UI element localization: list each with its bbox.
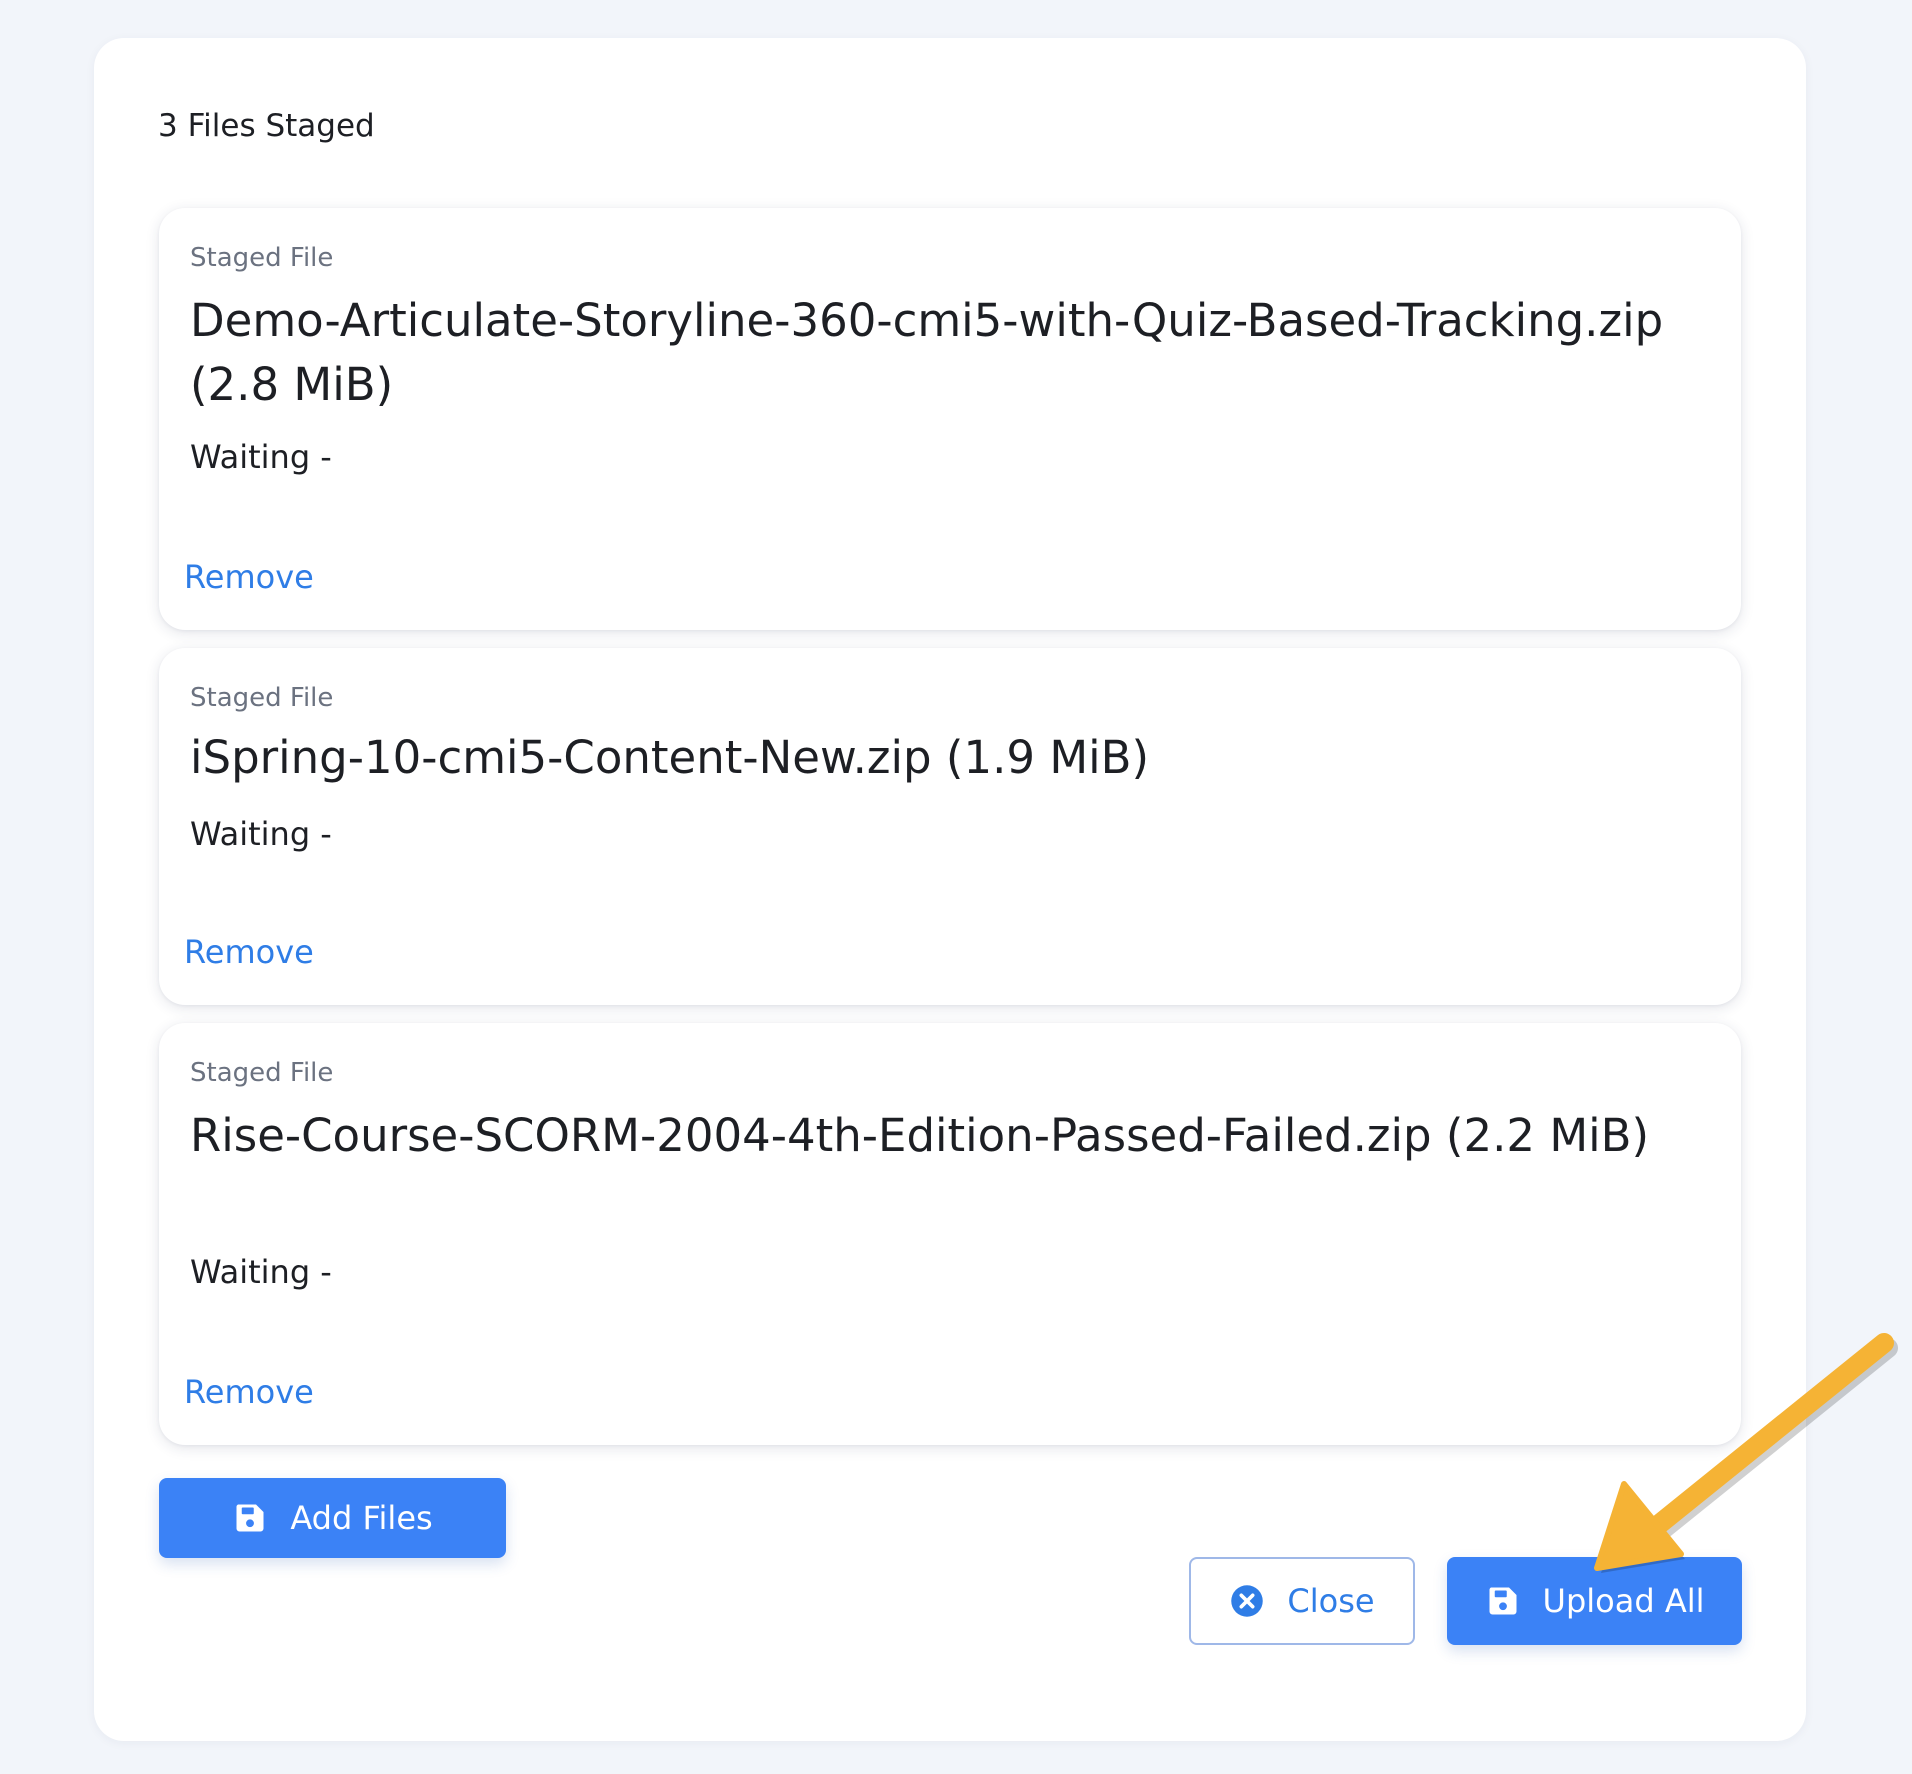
staged-file-status: Waiting - (190, 815, 332, 853)
upload-all-label: Upload All (1542, 1582, 1705, 1620)
staged-file-name: Demo-Articulate-Storyline-360-cmi5-with-… (190, 294, 1664, 411)
floppy-disk-icon (1485, 1583, 1521, 1619)
remove-file-link[interactable]: Remove (184, 1370, 314, 1414)
close-label: Close (1287, 1582, 1375, 1620)
staged-file-status: Waiting - (190, 438, 332, 476)
floppy-disk-icon (232, 1500, 268, 1536)
staged-file-card: Staged File Rise-Course-SCORM-2004-4th-E… (159, 1023, 1741, 1445)
staged-file-kicker: Staged File (190, 683, 334, 713)
staged-file-name: iSpring-10-cmi5-Content-New.zip (1.9 MiB… (190, 731, 1150, 784)
remove-file-link[interactable]: Remove (184, 930, 314, 974)
remove-file-link[interactable]: Remove (184, 555, 314, 599)
add-files-button[interactable]: Add Files (159, 1478, 506, 1558)
add-files-label: Add Files (290, 1499, 433, 1537)
staged-file-card: Staged File iSpring-10-cmi5-Content-New.… (159, 648, 1741, 1005)
staged-file-kicker: Staged File (190, 1058, 334, 1088)
close-button[interactable]: Close (1189, 1557, 1415, 1645)
staged-file-name: Rise-Course-SCORM-2004-4th-Edition-Passe… (190, 1109, 1650, 1162)
upload-all-button[interactable]: Upload All (1447, 1557, 1742, 1645)
circle-x-icon (1229, 1583, 1265, 1619)
staged-files-count: 3 Files Staged (158, 108, 375, 144)
staged-file-card: Staged File Demo-Articulate-Storyline-36… (159, 208, 1741, 630)
staged-file-status: Waiting - (190, 1253, 332, 1291)
staged-file-kicker: Staged File (190, 243, 334, 273)
